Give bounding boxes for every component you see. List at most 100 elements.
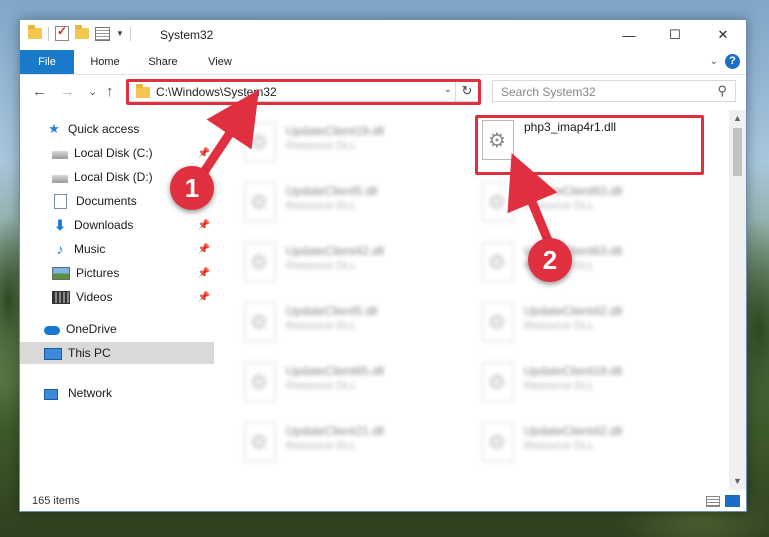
file-name: UpdateClient42.dll bbox=[524, 304, 623, 318]
file-tile[interactable]: UpdateClient21.dll Resource DLL bbox=[240, 416, 466, 472]
chevron-down-icon[interactable]: ▼ bbox=[116, 29, 124, 38]
new-folder-icon[interactable] bbox=[75, 25, 89, 39]
minimize-button[interactable]: — bbox=[606, 20, 652, 50]
sidebar-item-label: Music bbox=[74, 242, 106, 256]
details-view-icon[interactable] bbox=[706, 496, 720, 507]
sidebar-item-label: Downloads bbox=[74, 218, 134, 232]
music-icon: ♪ bbox=[56, 241, 64, 257]
pin-icon[interactable]: 📌 bbox=[198, 220, 210, 231]
file-tile[interactable]: UpdateClient65.dll Resource DLL bbox=[240, 356, 466, 412]
file-name: UpdateClient5.dll bbox=[286, 304, 378, 318]
pin-icon[interactable]: 📌 bbox=[198, 292, 210, 303]
properties-check-icon[interactable] bbox=[55, 24, 69, 41]
sidebar-item-label: Local Disk (C:) bbox=[74, 146, 153, 160]
sidebar-item-label: Pictures bbox=[76, 266, 120, 280]
videos-icon bbox=[52, 291, 70, 304]
scroll-up-arrow-icon[interactable]: ▲ bbox=[729, 110, 746, 127]
pin-icon[interactable]: 📌 bbox=[198, 244, 210, 255]
pictures-icon bbox=[52, 267, 70, 280]
sidebar-item-pictures[interactable]: Pictures 📌 bbox=[20, 262, 214, 284]
file-name: UpdateClient21.dll bbox=[286, 424, 385, 438]
back-arrow-icon[interactable]: ← bbox=[32, 83, 47, 100]
file-type: Resource DLL bbox=[286, 260, 357, 272]
file-type: Resource DLL bbox=[524, 440, 595, 452]
divider bbox=[48, 26, 49, 41]
pin-icon[interactable]: 📌 bbox=[198, 148, 210, 159]
maximize-button[interactable]: ☐ bbox=[652, 20, 698, 50]
divider bbox=[129, 26, 131, 41]
sidebar-item-videos[interactable]: Videos 📌 bbox=[20, 286, 214, 308]
file-tile[interactable]: UpdateClient63.dll Resource DLL bbox=[478, 176, 704, 232]
sidebar-item-local-disk-c[interactable]: Local Disk (C:) 📌 bbox=[20, 142, 214, 164]
dll-file-icon bbox=[244, 422, 276, 462]
large-icons-view-icon[interactable] bbox=[725, 495, 740, 507]
search-input[interactable]: Search System32 ⚲ bbox=[492, 80, 736, 102]
expand-ribbon-chevron-icon[interactable]: ⌄ bbox=[710, 56, 718, 67]
search-icon[interactable]: ⚲ bbox=[717, 83, 727, 99]
file-tile[interactable]: UpdateClient5.dll Resource DLL bbox=[240, 176, 466, 232]
file-type: Resource DLL bbox=[524, 200, 595, 212]
forward-arrow-icon[interactable]: → bbox=[60, 83, 75, 100]
tab-view[interactable]: View bbox=[198, 50, 242, 74]
dll-file-icon bbox=[244, 182, 276, 222]
dll-file-icon bbox=[482, 362, 514, 402]
disk-icon bbox=[52, 151, 68, 159]
file-type: Resource DLL bbox=[286, 140, 357, 152]
pin-icon[interactable]: 📌 bbox=[198, 268, 210, 279]
scroll-down-arrow-icon[interactable]: ▼ bbox=[729, 473, 746, 490]
file-tile[interactable]: UpdateClient42.dll Resource DLL bbox=[478, 296, 704, 352]
disk-icon bbox=[52, 175, 68, 183]
file-tile[interactable]: UpdateClient63.dll Resource DLL bbox=[478, 236, 704, 292]
customize-toolbar-icon[interactable] bbox=[95, 26, 110, 41]
dll-file-icon bbox=[244, 122, 276, 162]
dll-file-icon bbox=[482, 182, 514, 222]
file-tile[interactable]: UpdateClient5.dll Resource DLL bbox=[240, 296, 466, 352]
status-bar: 165 items bbox=[20, 492, 746, 511]
dll-file-icon bbox=[244, 362, 276, 402]
file-name: UpdateClient19.dll bbox=[286, 124, 385, 138]
title-bar: ▼ System32 — ☐ ✕ bbox=[20, 20, 746, 50]
file-tile[interactable]: UpdateClient42.dll Resource DLL bbox=[478, 416, 704, 472]
sidebar-item-onedrive[interactable]: OneDrive bbox=[20, 318, 214, 340]
tab-share[interactable]: Share bbox=[140, 50, 186, 74]
tab-file[interactable]: File bbox=[20, 50, 74, 74]
this-pc-icon bbox=[44, 347, 62, 360]
file-name: UpdateClient5.dll bbox=[286, 184, 378, 198]
recent-locations-chevron-icon[interactable]: ⌄ bbox=[88, 85, 97, 98]
sidebar-item-label: This PC bbox=[68, 346, 111, 360]
dll-file-icon bbox=[482, 422, 514, 462]
up-arrow-icon[interactable]: ↑ bbox=[106, 83, 114, 100]
file-name: UpdateClient42.dll bbox=[286, 244, 385, 258]
sidebar-item-label: Quick access bbox=[68, 122, 140, 136]
onedrive-icon bbox=[44, 326, 60, 335]
scroll-thumb[interactable] bbox=[733, 128, 742, 176]
file-type: Resource DLL bbox=[286, 320, 357, 332]
sidebar-item-label: Videos bbox=[76, 290, 113, 304]
file-type: Resource DLL bbox=[524, 320, 595, 332]
file-tile[interactable]: UpdateClient42.dll Resource DLL bbox=[240, 236, 466, 292]
download-icon: ⬇ bbox=[54, 217, 66, 233]
file-tile[interactable]: UpdateClient19.dll Resource DLL bbox=[240, 116, 466, 172]
file-type: Resource DLL bbox=[286, 380, 357, 392]
help-icon[interactable]: ? bbox=[725, 54, 740, 69]
file-type: Resource DLL bbox=[286, 440, 357, 452]
vertical-scrollbar[interactable]: ▲ ▼ bbox=[729, 110, 746, 490]
file-name: UpdateClient65.dll bbox=[286, 364, 385, 378]
file-name: UpdateClient63.dll bbox=[524, 184, 623, 198]
close-button[interactable]: ✕ bbox=[700, 20, 746, 50]
quick-access-toolbar: ▼ bbox=[28, 24, 131, 41]
file-tile[interactable]: UpdateClient19.dll Resource DLL bbox=[478, 356, 704, 412]
sidebar-item-label: Documents bbox=[76, 194, 137, 208]
network-icon bbox=[44, 388, 58, 400]
sidebar-item-network[interactable]: Network bbox=[20, 382, 214, 404]
sidebar-item-downloads[interactable]: ⬇ Downloads 📌 bbox=[20, 214, 214, 236]
sidebar-item-quick-access[interactable]: ★ Quick access bbox=[20, 118, 214, 140]
tab-home[interactable]: Home bbox=[82, 50, 128, 74]
item-count: 165 items bbox=[32, 495, 80, 507]
search-placeholder: Search System32 bbox=[501, 85, 596, 99]
sidebar-item-this-pc[interactable]: This PC bbox=[20, 342, 214, 364]
folder-icon bbox=[28, 25, 42, 39]
file-highlight-box bbox=[475, 115, 704, 175]
sidebar-item-music[interactable]: ♪ Music 📌 bbox=[20, 238, 214, 260]
dll-file-icon bbox=[244, 302, 276, 342]
